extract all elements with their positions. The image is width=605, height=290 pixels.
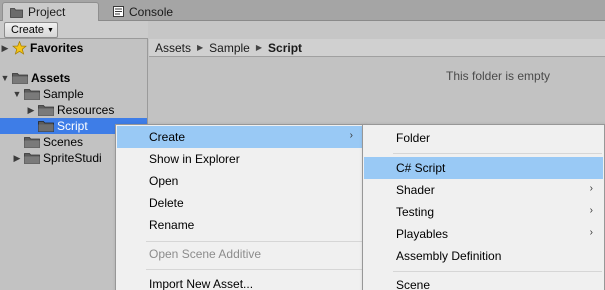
- folder-icon: [12, 72, 28, 84]
- folder-icon: [24, 152, 40, 164]
- menu-item-delete[interactable]: Delete: [117, 192, 363, 214]
- menu-item-show-in-explorer[interactable]: Show in Explorer: [117, 148, 363, 170]
- collapse-arrow-icon[interactable]: ▼: [12, 89, 22, 99]
- menu-item-open-scene-additive[interactable]: Open Scene Additive: [117, 243, 363, 265]
- breadcrumb: Assets ▶ Sample ▶ Script: [149, 39, 605, 57]
- console-icon: [113, 6, 124, 17]
- menu-item-label: Show in Explorer: [149, 152, 240, 166]
- create-submenu: Folder C# Script Shader › Testing › Play…: [362, 124, 605, 290]
- menu-separator: [393, 271, 602, 272]
- tree-item-label: Script: [57, 119, 88, 133]
- menu-item-rename[interactable]: Rename: [117, 214, 363, 236]
- menu-item-label: Playables: [396, 227, 449, 241]
- menu-item-import-new-asset[interactable]: Import New Asset...: [117, 273, 363, 290]
- expand-arrow-icon[interactable]: ▶: [12, 153, 22, 164]
- menu-item-label: Assembly Definition: [396, 249, 502, 263]
- project-toolbar: Create ▼: [0, 21, 605, 39]
- menu-item-scene[interactable]: Scene: [364, 274, 603, 290]
- tree-item-label: SpriteStudi: [43, 151, 102, 165]
- menu-item-label: C# Script: [396, 161, 446, 175]
- tree-item-label: Resources: [57, 103, 115, 117]
- breadcrumb-item-sample[interactable]: Sample: [209, 41, 250, 55]
- toolbar-right-area: [148, 21, 605, 39]
- menu-separator: [393, 153, 602, 154]
- context-menu: Create › Show in Explorer Open Delete Re…: [115, 124, 365, 290]
- tree-item-label: Assets: [31, 71, 71, 85]
- submenu-arrow-icon: ›: [589, 227, 593, 238]
- menu-item-label: Import New Asset...: [149, 277, 254, 290]
- window-tab-bar: Project Console: [0, 0, 605, 21]
- menu-item-csharp-script[interactable]: C# Script: [364, 157, 603, 179]
- create-dropdown-button[interactable]: Create ▼: [4, 22, 58, 38]
- empty-folder-message: This folder is empty: [446, 69, 551, 83]
- folder-icon: [10, 7, 23, 18]
- submenu-arrow-icon: ›: [589, 183, 593, 194]
- create-button-label: Create: [11, 24, 45, 36]
- menu-item-label: Shader: [396, 183, 435, 197]
- expand-arrow-icon[interactable]: ▶: [26, 105, 36, 116]
- tab-console[interactable]: Console: [106, 2, 196, 21]
- tree-item-label: Sample: [43, 87, 84, 101]
- tree-item-assets[interactable]: ▼ Assets: [0, 70, 147, 86]
- caret-down-icon: ▼: [47, 26, 54, 34]
- menu-item-label: Open: [149, 174, 179, 188]
- tree-item-label: Favorites: [30, 41, 84, 55]
- menu-item-label: Folder: [396, 131, 431, 145]
- tab-project-label: Project: [28, 5, 66, 19]
- menu-item-label: Testing: [396, 205, 435, 219]
- breadcrumb-item-assets[interactable]: Assets: [155, 41, 191, 55]
- menu-item-label: Create: [149, 130, 186, 144]
- submenu-arrow-icon: ›: [349, 130, 353, 141]
- folder-icon: [24, 136, 40, 148]
- folder-icon: [38, 104, 54, 116]
- menu-item-open[interactable]: Open: [117, 170, 363, 192]
- star-icon: [12, 41, 27, 55]
- menu-item-assembly-definition[interactable]: Assembly Definition: [364, 245, 603, 267]
- menu-item-label: Rename: [149, 218, 195, 232]
- menu-item-playables[interactable]: Playables ›: [364, 223, 603, 245]
- menu-item-shader[interactable]: Shader ›: [364, 179, 603, 201]
- menu-separator: [146, 269, 362, 270]
- tree-item-label: Scenes: [43, 135, 84, 149]
- breadcrumb-separator-icon: ▶: [197, 43, 204, 52]
- menu-item-label: Scene: [396, 278, 431, 290]
- menu-item-label: Delete: [149, 196, 184, 210]
- folder-icon: [38, 120, 54, 132]
- tab-console-label: Console: [129, 4, 174, 19]
- tab-project[interactable]: Project: [2, 2, 99, 21]
- menu-item-testing[interactable]: Testing ›: [364, 201, 603, 223]
- collapse-arrow-icon[interactable]: ▼: [0, 73, 10, 83]
- submenu-arrow-icon: ›: [589, 205, 593, 216]
- menu-item-folder[interactable]: Folder: [364, 127, 603, 149]
- folder-icon: [24, 88, 40, 100]
- tree-item-sample[interactable]: ▼ Sample: [0, 86, 147, 102]
- expand-arrow-icon[interactable]: ▶: [0, 43, 10, 54]
- breadcrumb-separator-icon: ▶: [255, 43, 263, 52]
- menu-separator: [146, 241, 362, 242]
- menu-item-label: Open Scene Additive: [149, 247, 262, 261]
- tree-item-resources[interactable]: ▶ Resources: [0, 102, 147, 118]
- breadcrumb-item-script[interactable]: Script: [268, 41, 302, 55]
- menu-item-create[interactable]: Create ›: [117, 126, 363, 148]
- tree-item-favorites[interactable]: ▶ Favorites: [0, 40, 147, 56]
